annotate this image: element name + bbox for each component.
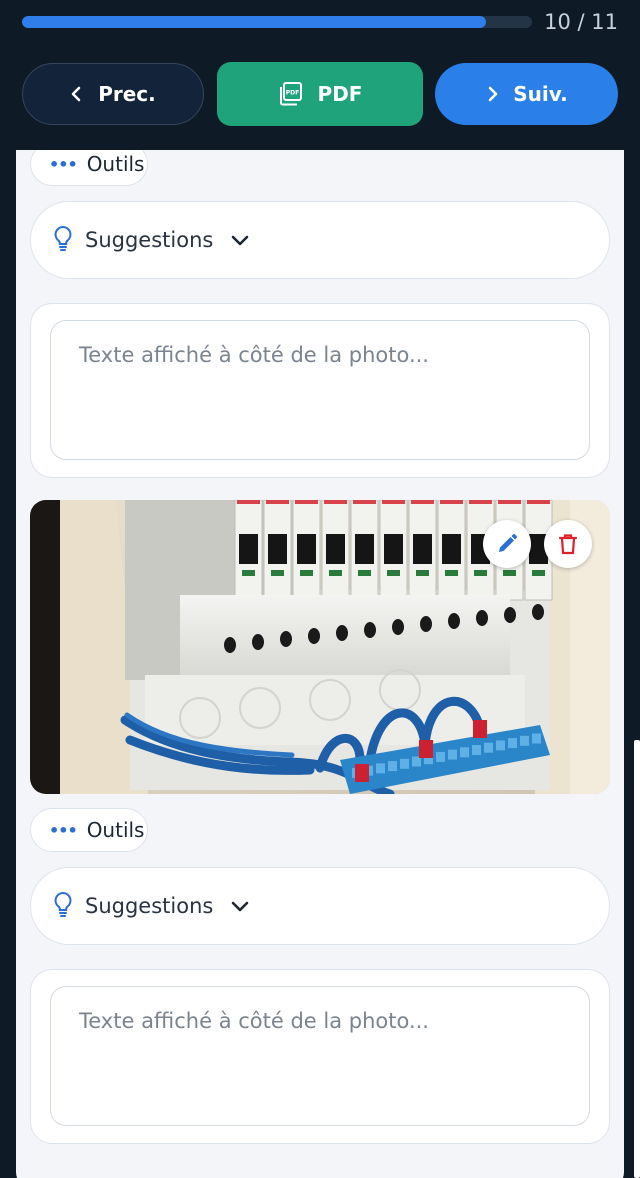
- tools-button[interactable]: ••• Outils: [30, 808, 148, 852]
- suggestions-dropdown[interactable]: Suggestions: [30, 867, 610, 945]
- lightbulb-icon: [53, 225, 73, 256]
- caption-input[interactable]: Texte affiché à côté de la photo...: [50, 986, 590, 1126]
- edit-photo-button[interactable]: [483, 520, 531, 568]
- ellipsis-icon: •••: [49, 154, 78, 174]
- caption-card: Texte affiché à côté de la photo...: [30, 969, 610, 1144]
- chevron-left-icon: [70, 86, 84, 102]
- previous-button[interactable]: Prec.: [22, 63, 204, 125]
- content-panel: ••• Outils Suggestions Texte affiché à c…: [16, 150, 624, 1178]
- trash-icon: [558, 533, 578, 555]
- next-button[interactable]: Suiv.: [435, 63, 618, 125]
- chevron-down-icon: [231, 894, 249, 918]
- next-button-label: Suiv.: [513, 82, 568, 106]
- scrollbar[interactable]: [634, 740, 640, 1178]
- progress-bar: [22, 16, 532, 28]
- caption-card: Texte affiché à côté de la photo...: [30, 303, 610, 478]
- suggestions-dropdown[interactable]: Suggestions: [30, 201, 610, 279]
- chevron-right-icon: [485, 86, 499, 102]
- progress-counter: 10 / 11: [544, 10, 618, 34]
- lightbulb-icon: [53, 891, 73, 922]
- tools-label: Outils: [86, 152, 145, 176]
- tools-label: Outils: [86, 818, 145, 842]
- caption-input[interactable]: Texte affiché à côté de la photo...: [50, 320, 590, 460]
- pdf-button[interactable]: PDF PDF: [217, 62, 423, 126]
- suggestions-label: Suggestions: [85, 894, 214, 918]
- top-bar: 10 / 11 Prec. PDF PDF Suiv.: [0, 0, 640, 152]
- chevron-down-icon: [231, 228, 249, 252]
- progress-bar-fill: [22, 16, 486, 28]
- pdf-button-label: PDF: [317, 82, 363, 106]
- ellipsis-icon: •••: [49, 820, 78, 840]
- delete-photo-button[interactable]: [544, 520, 592, 568]
- previous-button-label: Prec.: [98, 82, 156, 106]
- pdf-file-icon: PDF: [278, 81, 304, 107]
- svg-text:PDF: PDF: [285, 90, 298, 97]
- pencil-icon: [496, 533, 518, 555]
- photo: [30, 500, 610, 794]
- suggestions-label: Suggestions: [85, 228, 214, 252]
- tools-button[interactable]: ••• Outils: [30, 150, 148, 186]
